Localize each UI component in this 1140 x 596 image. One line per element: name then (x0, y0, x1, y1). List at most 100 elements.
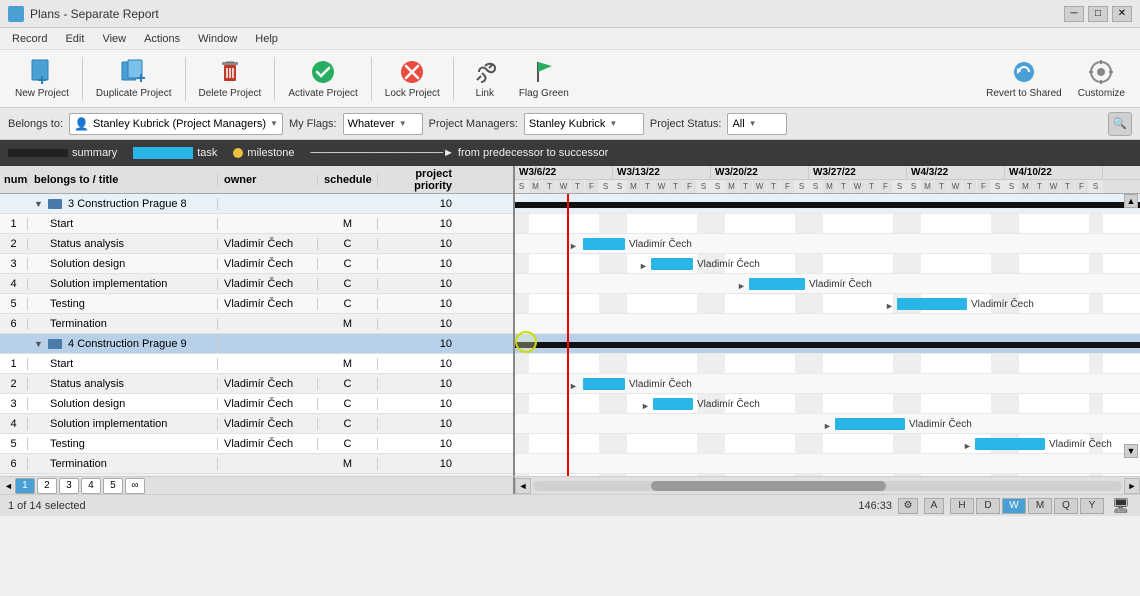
view-btn-w[interactable]: W (1002, 498, 1026, 514)
page-btn-inf[interactable]: ∞ (125, 478, 145, 494)
status-icon-1[interactable]: ⚙ (898, 498, 918, 514)
customize-button[interactable]: Customize (1071, 53, 1132, 104)
menu-actions[interactable]: Actions (136, 31, 188, 47)
view-btn-m[interactable]: M (1028, 498, 1052, 514)
col-header-belongs: belongs to / title (28, 174, 218, 186)
my-flags-select[interactable]: Whatever ▼ (343, 113, 423, 135)
gantt-scrollbar-thumb[interactable] (651, 481, 887, 491)
gantt-task-bar[interactable] (975, 438, 1045, 450)
gantt-body: ► Vladimír Čech ► Vladimír Čech ► Vladim… (515, 194, 1140, 476)
view-btn-y[interactable]: Y (1080, 498, 1104, 514)
table-row[interactable]: 2 Status analysis Vladimír Čech C 10 (0, 374, 513, 394)
menu-window[interactable]: Window (190, 31, 245, 47)
page-btn-2[interactable]: 2 (37, 478, 57, 494)
gantt-day: T (1033, 180, 1047, 193)
page-btn-4[interactable]: 4 (81, 478, 101, 494)
menu-edit[interactable]: Edit (57, 31, 92, 47)
project-status-select[interactable]: All ▼ (727, 113, 787, 135)
search-button[interactable]: 🔍 (1108, 112, 1132, 136)
gantt-task-bar[interactable] (651, 258, 693, 270)
table-row[interactable]: 1 Start M 10 (0, 214, 513, 234)
gantt-day: M (823, 180, 837, 193)
gantt-scroll-up[interactable]: ▲ (1124, 194, 1138, 208)
gantt-task-bar[interactable] (835, 418, 905, 430)
my-flags-arrow: ▼ (399, 119, 407, 128)
close-button[interactable]: ✕ (1112, 6, 1132, 22)
gantt-row: ► Vladimír Čech (515, 254, 1140, 274)
table-row[interactable]: 3 Solution design Vladimír Čech C 10 (0, 394, 513, 414)
prev-page-arrow[interactable]: ◄ (4, 481, 13, 491)
row-title: Termination (28, 458, 218, 470)
view-btn-q[interactable]: Q (1054, 498, 1078, 514)
delete-project-button[interactable]: Delete Project (192, 53, 269, 104)
gantt-day: M (1019, 180, 1033, 193)
minimize-button[interactable]: ─ (1064, 6, 1084, 22)
gantt-row: ► Vladimír Čech (515, 374, 1140, 394)
gantt-day: S (599, 180, 613, 193)
menu-help[interactable]: Help (247, 31, 286, 47)
gantt-task-bar[interactable] (583, 378, 625, 390)
task-bar-icon (133, 147, 193, 159)
gantt-area: ▲ W3/6/22 W3/13/22 W3/20/22 W3/27/22 W4/… (515, 166, 1140, 476)
table-row[interactable]: 1 Start M 10 (0, 354, 513, 374)
row-title: ▼ 3 Construction Prague 8 (28, 198, 218, 210)
gantt-header: W3/6/22 W3/13/22 W3/20/22 W3/27/22 W4/3/… (515, 166, 1140, 194)
maximize-button[interactable]: □ (1088, 6, 1108, 22)
flag-green-button[interactable]: Flag Green (512, 53, 576, 104)
titlebar-controls[interactable]: ─ □ ✕ (1064, 6, 1132, 22)
page-btn-3[interactable]: 3 (59, 478, 79, 494)
status-icon-2[interactable]: A (924, 498, 944, 514)
gantt-task-bar[interactable] (897, 298, 967, 310)
main-area: num belongs to / title owner schedule pr… (0, 166, 1140, 476)
view-btn-d[interactable]: D (976, 498, 1000, 514)
row-owner: Vladimír Čech (218, 398, 318, 410)
table-row[interactable]: 5 Testing Vladimír Čech C 10 (0, 294, 513, 314)
menu-record[interactable]: Record (4, 31, 55, 47)
milestone-label: milestone (247, 147, 294, 159)
gantt-day: F (585, 180, 599, 193)
page-btn-1[interactable]: 1 (15, 478, 35, 494)
gantt-scroll-down[interactable]: ▼ (1124, 444, 1138, 458)
gantt-row: ► Vladimír Čech (515, 434, 1140, 454)
row-owner: Vladimír Čech (218, 378, 318, 390)
link-button[interactable]: Link (460, 53, 510, 104)
revert-shared-button[interactable]: Revert to Shared (979, 53, 1069, 104)
page-btn-5[interactable]: 5 (103, 478, 123, 494)
table-row[interactable]: 3 Solution design Vladimír Čech C 10 (0, 254, 513, 274)
gantt-task-bar[interactable] (583, 238, 625, 250)
gantt-scroll-right[interactable]: ► (1124, 478, 1140, 494)
gantt-scroll-left[interactable]: ◄ (515, 478, 531, 494)
gantt-row (515, 354, 1140, 374)
gantt-task-bar[interactable] (653, 398, 693, 410)
table-row[interactable]: 6 Termination M 10 (0, 454, 513, 474)
table-row[interactable]: 6 Termination M 10 (0, 314, 513, 334)
gantt-week-5: W4/3/22 (907, 166, 1005, 179)
gantt-task-bar[interactable] (749, 278, 805, 290)
duplicate-project-button[interactable]: Duplicate Project (89, 53, 179, 104)
gantt-summary-bar (515, 342, 1140, 348)
gantt-day: F (1075, 180, 1089, 193)
row-schedule: C (318, 418, 378, 430)
project-managers-select[interactable]: Stanley Kubrick ▼ (524, 113, 644, 135)
table-row[interactable]: 4 Solution implementation Vladimír Čech … (0, 414, 513, 434)
view-buttons: H D W M Q Y (950, 498, 1104, 514)
gantt-scrollbar[interactable]: ◄ ► (515, 477, 1140, 494)
expand-icon[interactable]: ▼ (34, 339, 43, 349)
expand-icon[interactable]: ▼ (34, 199, 43, 209)
new-project-button[interactable]: New Project (8, 53, 76, 104)
duplicate-icon (120, 58, 148, 86)
table-row[interactable]: ▼ 4 Construction Prague 9 10 (0, 334, 513, 354)
activate-project-button[interactable]: Activate Project (281, 53, 364, 104)
gantt-day: S (991, 180, 1005, 193)
app-icon (8, 6, 24, 22)
link-icon (471, 58, 499, 86)
table-row[interactable]: 4 Solution implementation Vladimír Čech … (0, 274, 513, 294)
belongs-to-select[interactable]: 👤 Stanley Kubrick (Project Managers) ▼ (69, 113, 283, 135)
view-btn-h[interactable]: H (950, 498, 974, 514)
gantt-arrow: ► (641, 401, 650, 411)
table-row[interactable]: ▼ 3 Construction Prague 8 10 (0, 194, 513, 214)
menu-view[interactable]: View (94, 31, 134, 47)
lock-project-button[interactable]: Lock Project (378, 53, 447, 104)
table-row[interactable]: 5 Testing Vladimír Čech C 10 (0, 434, 513, 454)
table-row[interactable]: 2 Status analysis Vladimír Čech C 10 (0, 234, 513, 254)
